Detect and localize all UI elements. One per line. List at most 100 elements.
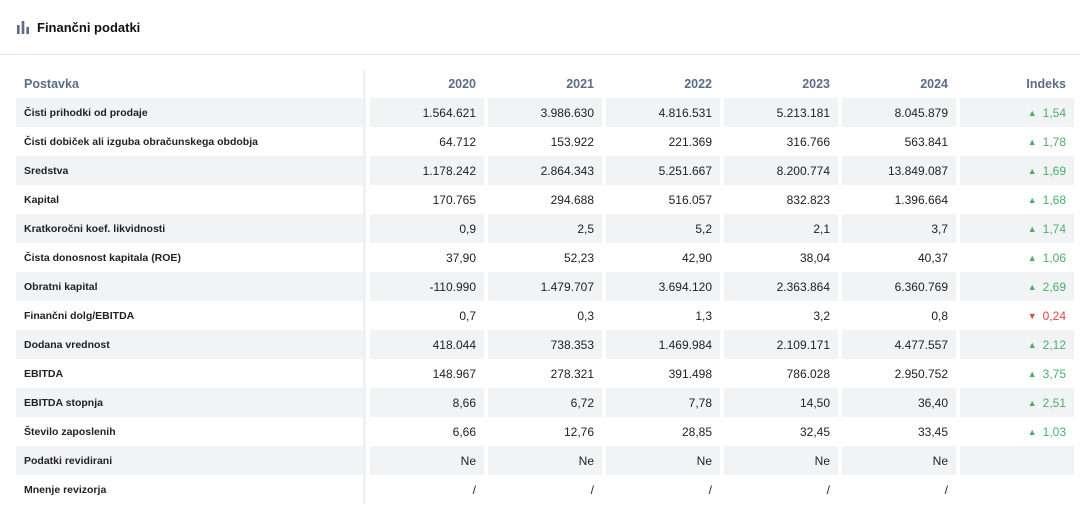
value-cell: 3,7 xyxy=(842,214,956,243)
table-row: Sredstva 1.178.242 2.864.343 5.251.667 8.200… xyxy=(16,156,1074,185)
value-cell: 52,23 xyxy=(563,250,594,265)
value-cell: 3.694.120 xyxy=(606,272,720,301)
row-label: Finančni dolg/EBITDA xyxy=(16,301,366,330)
row-label: Čisti dobiček ali izguba obračunskega ob… xyxy=(16,127,366,156)
value-cell: 42,90 xyxy=(681,250,712,265)
financial-table-wrapper: Postavka 2020 2021 2022 2023 2024 Indeks… xyxy=(16,70,1074,504)
value-cell: 516.057 xyxy=(668,192,712,207)
value-cell: 37,90 xyxy=(445,250,476,265)
value-cell: 221.369 xyxy=(668,134,712,149)
value-cell: 2.363.864 xyxy=(724,272,838,301)
index-value: 1,06 xyxy=(1042,250,1066,265)
value-cell: 28,85 xyxy=(681,424,712,439)
trend-up-icon: ▲ xyxy=(1027,281,1037,292)
value-cell: 6,72 xyxy=(488,388,602,417)
value-cell: / xyxy=(826,482,830,497)
trend-up-icon: ▲ xyxy=(1027,368,1037,379)
value-cell: 391.498 xyxy=(668,366,712,381)
trend-up-icon: ▲ xyxy=(1027,194,1037,205)
column-header-year: 2020 xyxy=(448,77,476,91)
value-cell: 38,04 xyxy=(799,250,830,265)
bar-chart-icon xyxy=(16,20,30,34)
trend-up-icon: ▲ xyxy=(1027,136,1037,147)
section-title: Finančni podatki xyxy=(37,19,141,35)
value-cell: 1.469.984 xyxy=(606,330,720,359)
value-cell: 0,8 xyxy=(931,308,948,323)
table-row: Mnenje revizorja / / / / / xyxy=(16,475,1074,504)
value-cell: 2.950.752 xyxy=(894,366,948,381)
value-cell: 294.688 xyxy=(550,192,594,207)
value-cell: 6,66 xyxy=(452,424,476,439)
value-cell: 0,3 xyxy=(577,308,594,323)
table-header-row: Postavka 2020 2021 2022 2023 2024 Indeks xyxy=(16,70,1074,98)
value-cell: 170.765 xyxy=(432,192,476,207)
value-cell: / xyxy=(944,482,948,497)
value-cell: 1.396.664 xyxy=(894,192,948,207)
value-cell: 738.353 xyxy=(488,330,602,359)
trend-up-icon: ▲ xyxy=(1027,339,1037,350)
value-cell: 4.477.557 xyxy=(842,330,956,359)
column-header-year: 2022 xyxy=(684,77,712,91)
index-value: 2,51 xyxy=(1042,395,1066,410)
trend-down-icon: ▼ xyxy=(1027,310,1037,321)
index-cell xyxy=(960,446,1074,475)
value-cell: 1.564.621 xyxy=(370,98,484,127)
value-cell: Ne xyxy=(842,446,956,475)
value-cell: 5.213.181 xyxy=(724,98,838,127)
value-cell: Ne xyxy=(488,446,602,475)
index-value: 0,24 xyxy=(1042,308,1066,323)
value-cell: / xyxy=(590,482,594,497)
value-cell: 3.986.630 xyxy=(488,98,602,127)
index-value: 2,69 xyxy=(1042,279,1066,294)
index-cell: ▲ 2,51 xyxy=(960,388,1074,417)
value-cell: 0,9 xyxy=(370,214,484,243)
financial-table: Postavka 2020 2021 2022 2023 2024 Indeks… xyxy=(12,70,1078,504)
row-label: Dodana vrednost xyxy=(16,330,366,359)
value-cell: 6.360.769 xyxy=(842,272,956,301)
value-cell: 14,50 xyxy=(724,388,838,417)
index-value: 2,12 xyxy=(1042,337,1066,352)
table-row: Kapital 170.765 294.688 516.057 832.823 1.396… xyxy=(16,185,1074,214)
table-row: EBITDA 148.967 278.321 391.498 786.028 2.950.… xyxy=(16,359,1074,388)
trend-up-icon: ▲ xyxy=(1027,223,1037,234)
value-cell: 316.766 xyxy=(786,134,830,149)
index-cell: ▲ 1,69 xyxy=(960,156,1074,185)
index-cell xyxy=(960,475,1074,504)
index-value: 1,54 xyxy=(1042,105,1066,120)
row-label: Kapital xyxy=(16,185,366,214)
value-cell: 786.028 xyxy=(786,366,830,381)
row-label: Čista donosnost kapitala (ROE) xyxy=(16,243,366,272)
index-cell: ▲ 3,75 xyxy=(960,359,1074,388)
value-cell: 8.045.879 xyxy=(842,98,956,127)
section-header: Finančni podatki xyxy=(0,0,1080,55)
value-cell: 1.479.707 xyxy=(488,272,602,301)
index-value: 1,03 xyxy=(1042,424,1066,439)
value-cell: 64.712 xyxy=(439,134,476,149)
column-header-year: 2021 xyxy=(566,77,594,91)
trend-up-icon: ▲ xyxy=(1027,107,1037,118)
index-cell: ▼ 0,24 xyxy=(960,301,1074,330)
value-cell: 148.967 xyxy=(432,366,476,381)
value-cell: 13.849.087 xyxy=(842,156,956,185)
value-cell: 8,66 xyxy=(370,388,484,417)
value-cell: 5.251.667 xyxy=(606,156,720,185)
value-cell: -110.990 xyxy=(370,272,484,301)
value-cell: 832.823 xyxy=(786,192,830,207)
table-row: EBITDA stopnja 8,66 6,72 7,78 14,50 36,40 ▲ 2,5… xyxy=(16,388,1074,417)
row-label: EBITDA stopnja xyxy=(16,388,366,417)
table-row: Čisti prihodki od prodaje 1.564.621 3.986.… xyxy=(16,98,1074,127)
value-cell: 563.841 xyxy=(904,134,948,149)
trend-up-icon: ▲ xyxy=(1027,252,1037,263)
value-cell: 5,2 xyxy=(606,214,720,243)
table-row: Število zaposlenih 6,66 12,76 28,85 32,45 33,… xyxy=(16,417,1074,446)
index-cell: ▲ 1,74 xyxy=(960,214,1074,243)
value-cell: 36,40 xyxy=(842,388,956,417)
index-cell: ▲ 1,06 xyxy=(960,243,1074,272)
row-label: EBITDA xyxy=(16,359,366,388)
index-value: 1,78 xyxy=(1042,134,1066,149)
table-row: Dodana vrednost 418.044 738.353 1.469.984 2.… xyxy=(16,330,1074,359)
table-row: Obratni kapital -110.990 1.479.707 3.694.12… xyxy=(16,272,1074,301)
column-header-year: 2023 xyxy=(802,77,830,91)
value-cell: / xyxy=(472,482,476,497)
value-cell: / xyxy=(708,482,712,497)
